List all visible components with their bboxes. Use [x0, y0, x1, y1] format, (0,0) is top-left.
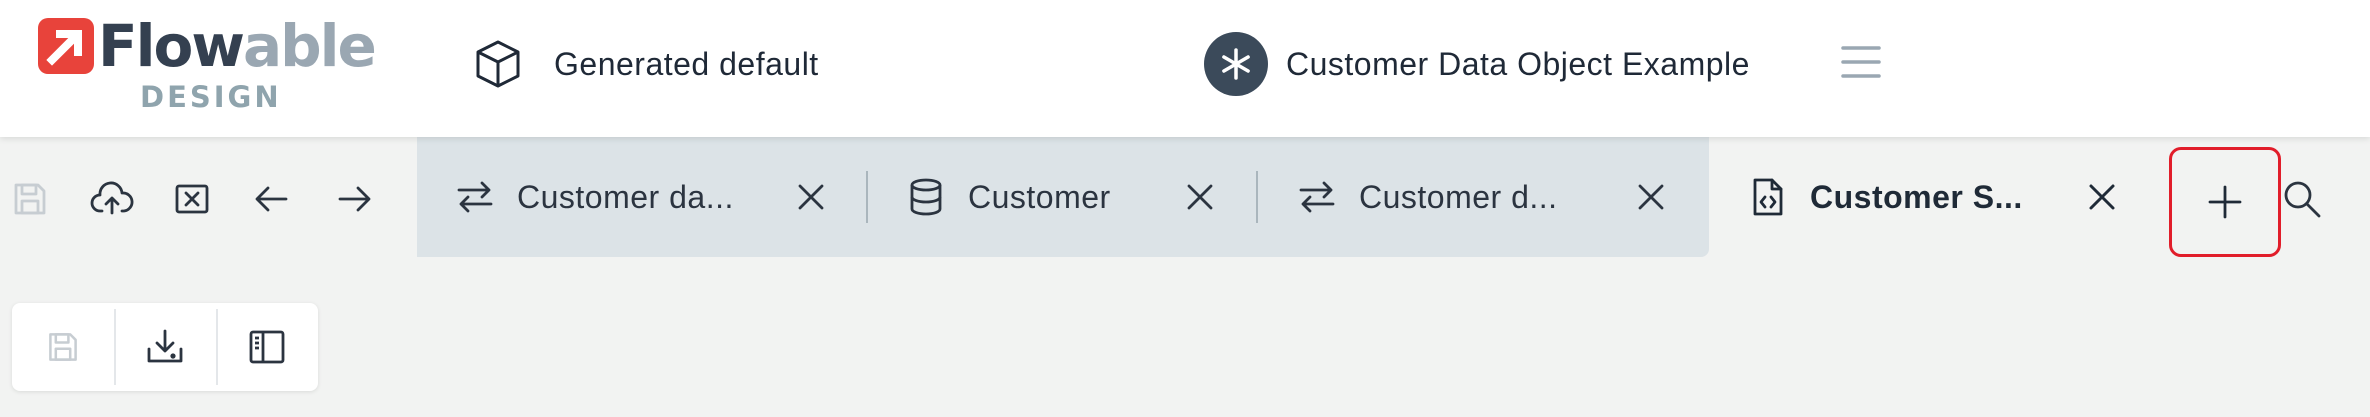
save-button[interactable] [8, 177, 52, 221]
tab-label: Customer S... [1810, 178, 2023, 215]
editor-sub-toolbar [12, 303, 318, 391]
forward-button[interactable] [332, 177, 376, 221]
asterisk-icon [1222, 48, 1250, 80]
model-info[interactable]: Customer Data Object Example [1204, 32, 1750, 96]
logo-subtitle: DESIGN [140, 80, 282, 114]
model-type-badge [1204, 32, 1268, 96]
tab-customer-s-active[interactable]: Customer S... [1748, 137, 2138, 257]
logo-wordmark-part1: Flow [98, 12, 245, 80]
download-icon [147, 329, 183, 363]
plus-icon [2208, 185, 2242, 219]
flowable-logo-mark-icon [38, 18, 94, 74]
tab-separator [1256, 171, 1258, 223]
tab-customer[interactable]: Customer [906, 137, 1246, 257]
arrow-right-icon [338, 186, 371, 212]
model-name: Customer Data Object Example [1286, 45, 1750, 82]
back-button[interactable] [250, 177, 294, 221]
close-box-icon [175, 184, 209, 214]
flowable-design-logo[interactable]: Flowable DESIGN [38, 12, 378, 114]
search-button[interactable] [2280, 177, 2324, 221]
logo-wordmark: Flowable [98, 10, 377, 82]
code-file-icon [1748, 177, 1788, 217]
close-tab-icon[interactable] [2084, 179, 2120, 215]
swap-arrows-icon [455, 177, 495, 217]
app-name: Generated default [554, 45, 819, 82]
add-tab-button[interactable] [2169, 147, 2281, 257]
tab-customer-data-1[interactable]: Customer da... [455, 137, 855, 257]
cube-icon [472, 38, 524, 90]
save-button[interactable] [12, 303, 114, 391]
tab-customer-data-2[interactable]: Customer d... [1297, 137, 1697, 257]
tab-separator [866, 171, 868, 223]
swap-arrows-icon [1297, 177, 1337, 217]
close-model-button[interactable] [170, 177, 214, 221]
tab-label: Customer da... [517, 178, 734, 215]
logo-wordmark-part2: able [242, 12, 377, 80]
top-header: Flowable DESIGN Generated default Custom… [0, 0, 2370, 137]
arrow-left-icon [255, 186, 288, 212]
tab-label: Customer [968, 178, 1111, 215]
toggle-side-panel-button[interactable] [216, 303, 318, 391]
database-icon [906, 177, 946, 217]
tab-label: Customer d... [1359, 178, 1558, 215]
close-tab-icon[interactable] [793, 179, 829, 215]
tab-bar: Customer da... Customer Customer d... Cu… [0, 137, 2370, 257]
editor-toolbar [0, 137, 417, 257]
app-selector[interactable]: Generated default [472, 38, 819, 90]
download-button[interactable] [114, 303, 216, 391]
side-panel-icon [249, 330, 285, 364]
publish-button[interactable] [90, 177, 134, 221]
hamburger-menu-icon[interactable] [1840, 44, 1882, 80]
close-tab-icon[interactable] [1633, 179, 1669, 215]
save-icon [49, 333, 77, 361]
close-tab-icon[interactable] [1182, 179, 1218, 215]
search-icon [2284, 181, 2321, 218]
save-icon [14, 183, 46, 215]
upload-cloud-icon [90, 181, 134, 215]
